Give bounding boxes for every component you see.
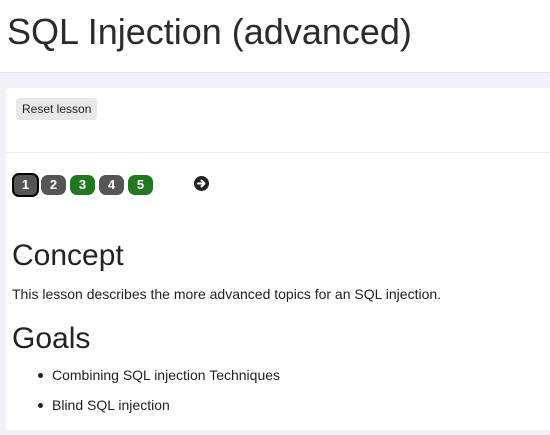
goals-list: Combining SQL injection Techniques Blind… <box>12 366 280 426</box>
reset-lesson-button[interactable]: Reset lesson <box>16 98 98 120</box>
lesson-panel: Reset lesson 1 2 3 4 5 Concept This less… <box>6 88 550 430</box>
goal-text: Blind SQL injection <box>52 397 170 413</box>
concept-text: This lesson describes the more advanced … <box>12 286 442 302</box>
page-button-3[interactable]: 3 <box>70 175 95 195</box>
page-button-4[interactable]: 4 <box>99 175 124 195</box>
page-title: SQL Injection (advanced) <box>7 11 412 52</box>
list-item: Combining SQL injection Techniques <box>12 366 280 396</box>
goals-heading: Goals <box>12 322 91 355</box>
bullet-icon <box>38 403 43 408</box>
page-button-1[interactable]: 1 <box>12 173 39 197</box>
arrow-right-circle-icon[interactable] <box>194 176 209 191</box>
concept-heading: Concept <box>12 239 124 272</box>
page-button-5[interactable]: 5 <box>128 175 153 195</box>
page-header: SQL Injection (advanced) <box>0 0 550 73</box>
list-item: Blind SQL injection <box>12 396 280 426</box>
bullet-icon <box>38 373 43 378</box>
divider <box>6 152 550 153</box>
goal-text: Combining SQL injection Techniques <box>52 367 281 383</box>
page-button-2[interactable]: 2 <box>41 175 66 195</box>
